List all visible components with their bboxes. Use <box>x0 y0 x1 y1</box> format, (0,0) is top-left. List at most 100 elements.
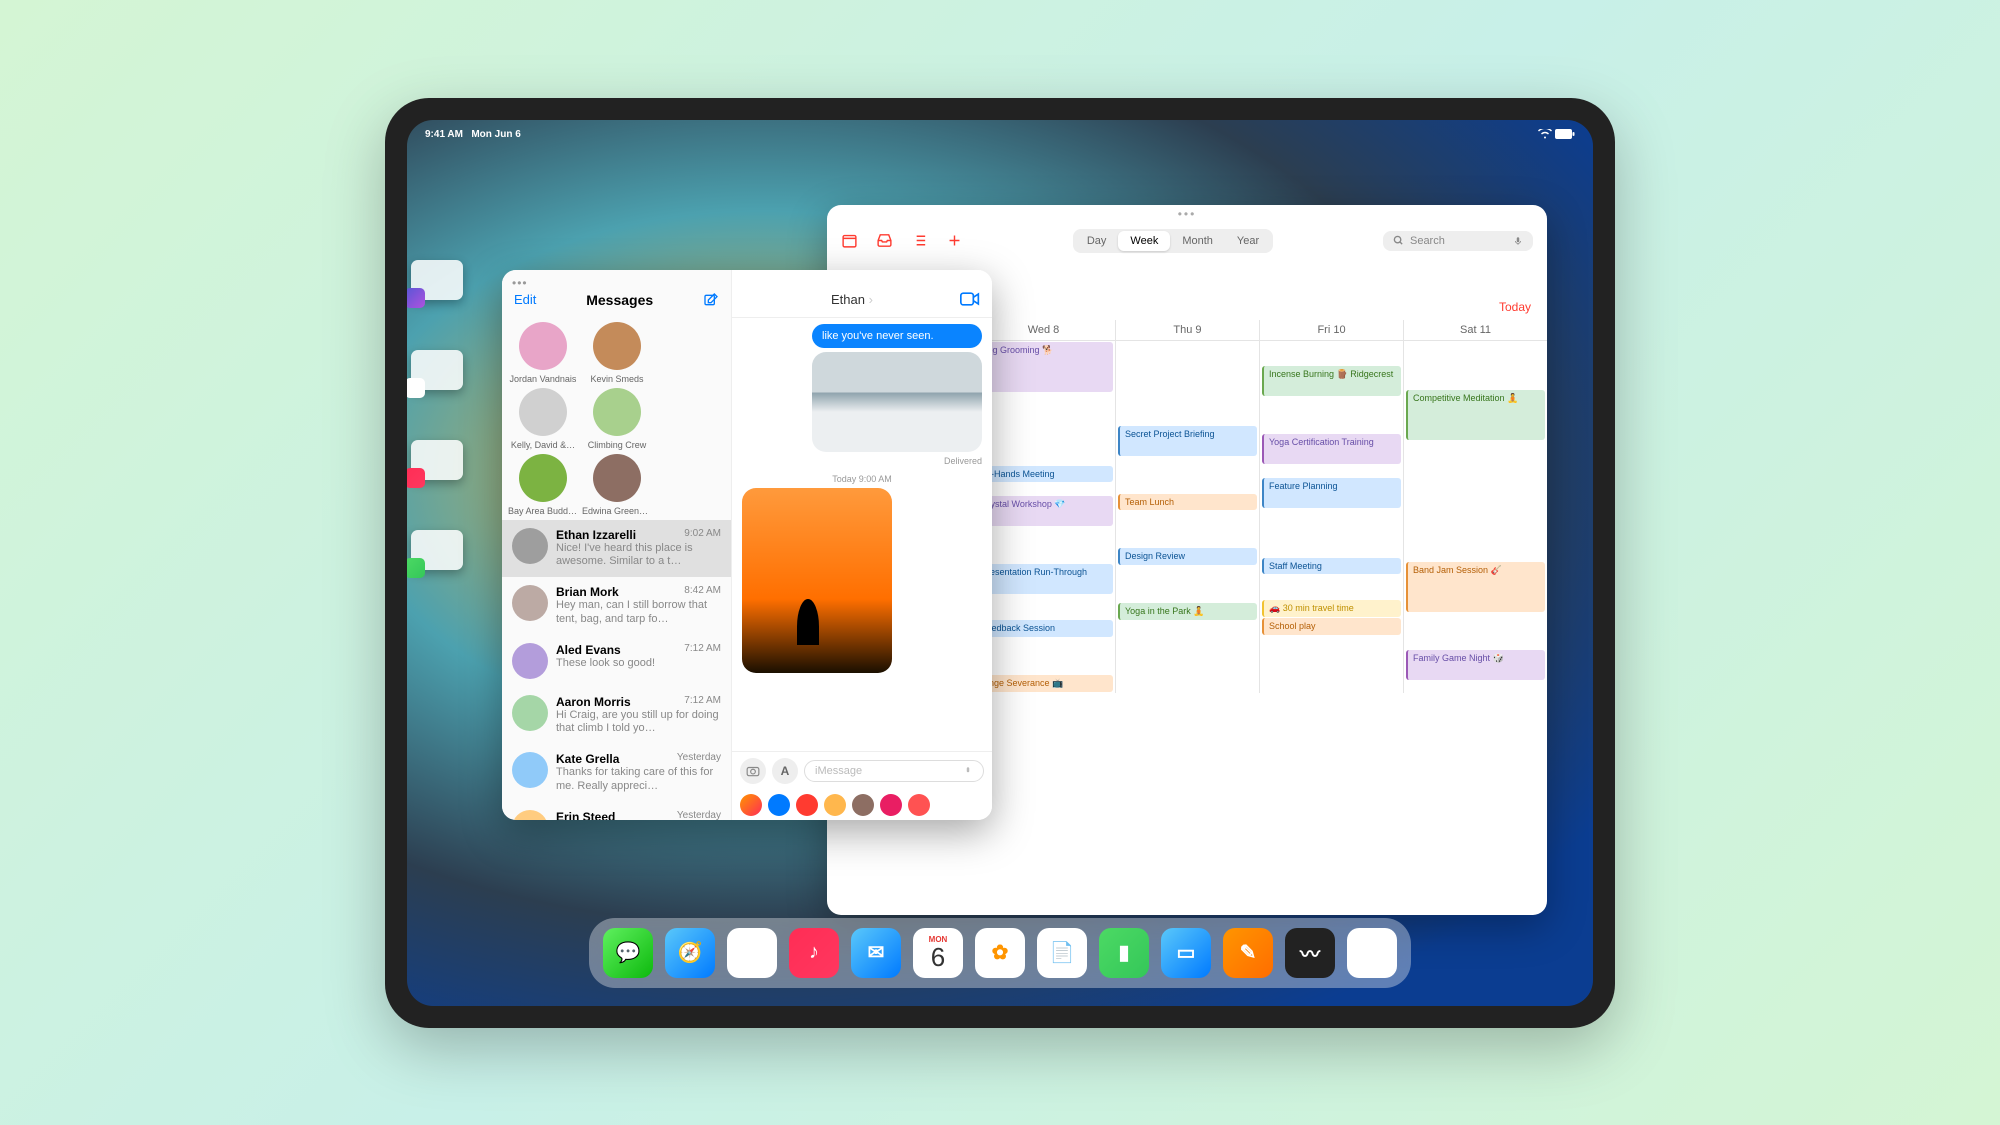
conversation-row[interactable]: Aled Evans7:12 AMThese look so good! <box>502 635 731 687</box>
conversation-row[interactable]: Aaron Morris7:12 AMHi Craig, are you sti… <box>502 687 731 745</box>
dock-app-procreate[interactable]: 〰 <box>1285 928 1335 978</box>
dock-app-recent[interactable]: ⠿ <box>1347 928 1397 978</box>
message-time: 7:12 AM <box>684 695 721 709</box>
calendar-event[interactable]: Incense Burning 🪵 Ridgecrest <box>1262 366 1401 396</box>
message-preview: Hi Craig, are you still up for doing tha… <box>556 709 721 737</box>
pinned-chat[interactable]: Edwina Greena… <box>582 454 652 516</box>
dock-app-messages[interactable]: 💬 <box>603 928 653 978</box>
compose-icon[interactable] <box>703 292 719 308</box>
avatar <box>519 322 567 370</box>
seg-day[interactable]: Day <box>1075 231 1119 251</box>
calendar-event[interactable]: Presentation Run-Through <box>974 564 1113 594</box>
status-time: 9:41 AM <box>425 129 463 140</box>
dock-app-mail[interactable]: ✉ <box>851 928 901 978</box>
stage-thumb-photos[interactable] <box>411 350 463 390</box>
window-handle-icon[interactable]: ••• <box>827 205 1547 223</box>
outgoing-bubble: like you've never seen. <box>812 324 982 348</box>
facetime-icon[interactable] <box>960 292 980 306</box>
battery-icon <box>1555 129 1575 139</box>
inbox-icon[interactable] <box>876 232 893 249</box>
view-segmented-control[interactable]: Day Week Month Year <box>1073 229 1273 253</box>
col-fri: Fri 10 Incense Burning 🪵 RidgecrestYoga … <box>1259 320 1403 693</box>
search-field[interactable]: Search <box>1383 231 1533 251</box>
calendar-event[interactable]: 🚗 30 min travel time <box>1262 600 1401 617</box>
more-app-icon[interactable] <box>908 794 930 816</box>
pinned-chat[interactable]: Bay Area Buddi… <box>508 454 578 516</box>
outgoing-image[interactable] <box>812 352 982 452</box>
mic-icon[interactable] <box>1513 235 1523 247</box>
dock-app-keynote[interactable]: ▭ <box>1161 928 1211 978</box>
message-time: 9:02 AM <box>684 528 721 542</box>
input-bar: A iMessage <box>732 751 992 790</box>
window-handle-icon[interactable]: ••• <box>512 276 528 290</box>
calendar-event[interactable]: Binge Severance 📺 <box>974 675 1113 692</box>
dock-app-numbers[interactable]: ▮ <box>1099 928 1149 978</box>
calendar-event[interactable]: Band Jam Session 🎸 <box>1406 562 1545 612</box>
avatar <box>593 388 641 436</box>
calendar-event[interactable]: Feature Planning <box>1262 478 1401 508</box>
conversation-row[interactable]: Brian Mork8:42 AMHey man, can I still bo… <box>502 577 731 635</box>
digital-touch-icon[interactable] <box>880 794 902 816</box>
calendar-event[interactable]: Yoga in the Park 🧘 <box>1118 603 1257 620</box>
camera-button[interactable] <box>740 758 766 784</box>
dock-app-music[interactable]: ♪ <box>789 928 839 978</box>
calendar-event[interactable]: Family Game Night 🎲 <box>1406 650 1545 680</box>
day-header: Wed 8 <box>972 320 1115 341</box>
dock-app-pages[interactable]: ✎ <box>1223 928 1273 978</box>
add-icon[interactable] <box>946 232 963 249</box>
pin-name: Bay Area Buddi… <box>508 506 578 516</box>
freeform-icon <box>407 288 425 308</box>
list-icon[interactable] <box>911 232 928 249</box>
conversation-pane: Ethan › like you've never seen. Delivere… <box>732 270 992 820</box>
calendar-event[interactable]: Crystal Workshop 💎 <box>974 496 1113 526</box>
conversation-row[interactable]: Kate GrellaYesterdayThanks for taking ca… <box>502 744 731 802</box>
message-time: Yesterday <box>677 810 721 820</box>
calendar-event[interactable]: School play <box>1262 618 1401 635</box>
edit-button[interactable]: Edit <box>514 292 536 307</box>
calendar-event[interactable]: Dog Grooming 🐕 <box>974 342 1113 392</box>
pin-name: Kelly, David &… <box>508 440 578 450</box>
pinned-chat[interactable]: Kelly, David &… <box>508 388 578 450</box>
pinned-chat[interactable]: Jordan Vandnais <box>508 322 578 384</box>
calendar-icon[interactable] <box>841 232 858 249</box>
messages-window[interactable]: ••• Edit Messages Jordan VandnaisKevin S… <box>502 270 992 820</box>
stage-thumb-freeform[interactable] <box>411 260 463 300</box>
message-input[interactable]: iMessage <box>804 760 984 782</box>
incoming-image[interactable] <box>742 488 892 673</box>
calendar-event[interactable]: All-Hands Meeting <box>974 466 1113 483</box>
dock-app-calendar[interactable]: MON6 <box>913 928 963 978</box>
avatar <box>519 454 567 502</box>
conversation-name[interactable]: Ethan › <box>831 292 873 307</box>
stage-thumb-music[interactable] <box>411 440 463 480</box>
seg-week[interactable]: Week <box>1118 231 1170 251</box>
conversation-row[interactable]: Ethan Izzarelli9:02 AMNice! I've heard t… <box>502 520 731 578</box>
calendar-event[interactable]: Yoga Certification Training <box>1262 434 1401 464</box>
mic-icon[interactable] <box>963 765 973 777</box>
dock-app-reminders[interactable]: ◉ <box>727 928 777 978</box>
conversation-row[interactable]: Erin SteedYesterdayHey Craig, Here's the… <box>502 802 731 820</box>
stage-thumb-numbers[interactable] <box>411 530 463 570</box>
photos-app-icon[interactable] <box>824 794 846 816</box>
pinned-chat[interactable]: Climbing Crew <box>582 388 652 450</box>
dock-app-files[interactable]: 📄 <box>1037 928 1087 978</box>
pinned-chat[interactable]: Kevin Smeds <box>582 322 652 384</box>
seg-month[interactable]: Month <box>1170 231 1225 251</box>
seg-year[interactable]: Year <box>1225 231 1271 251</box>
calendar-event[interactable]: Feedback Session <box>974 620 1113 637</box>
memoji-app-icon[interactable] <box>740 794 762 816</box>
audio-app-icon[interactable] <box>796 794 818 816</box>
ipad-device: 9:41 AM Mon Jun 6 ••• Day Week Month <box>385 98 1615 1028</box>
calendar-event[interactable]: Secret Project Briefing <box>1118 426 1257 456</box>
appstore-app-icon[interactable] <box>768 794 790 816</box>
message-preview: Thanks for taking care of this for me. R… <box>556 766 721 794</box>
dock-app-photos[interactable]: ✿ <box>975 928 1025 978</box>
calendar-event[interactable]: Competitive Meditation 🧘 <box>1406 390 1545 440</box>
calendar-event[interactable]: Team Lunch <box>1118 494 1257 511</box>
calendar-event[interactable]: Design Review <box>1118 548 1257 565</box>
sticker-app-icon[interactable] <box>852 794 874 816</box>
app-store-button[interactable]: A <box>772 758 798 784</box>
avatar <box>593 454 641 502</box>
dock-app-safari[interactable]: 🧭 <box>665 928 715 978</box>
calendar-event[interactable]: Staff Meeting <box>1262 558 1401 575</box>
app-strip[interactable] <box>732 790 992 820</box>
